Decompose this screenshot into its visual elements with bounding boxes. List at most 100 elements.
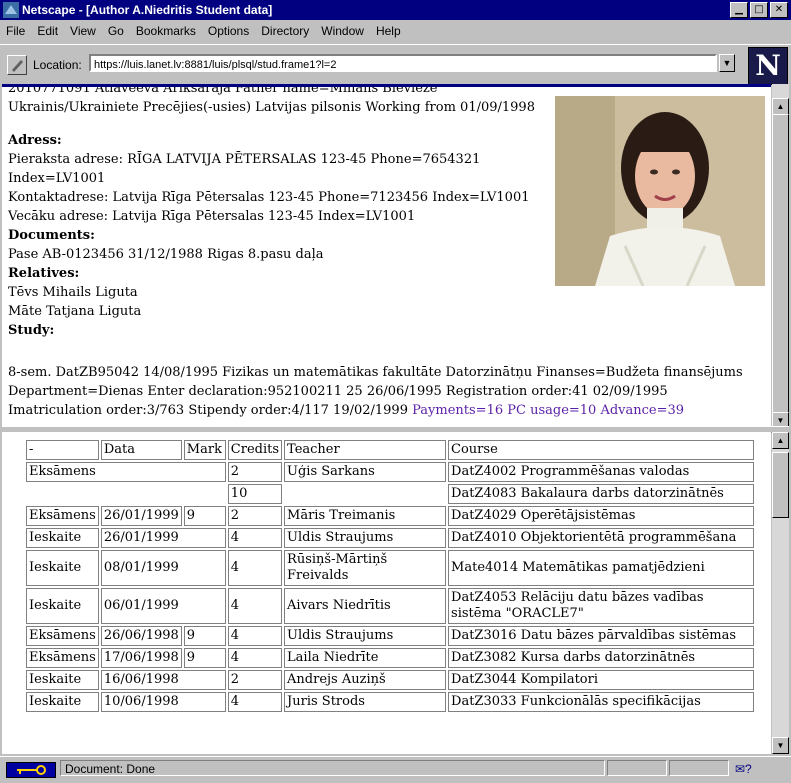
menu-file[interactable]: File (0, 21, 31, 39)
table-cell: Rūsiņš-Mārtiņš Freivalds (284, 550, 447, 586)
menu-window[interactable]: Window (315, 21, 370, 39)
table-row: Eksāmens 26/01/1999 9 2 Māris Treimanis … (26, 506, 755, 526)
table-cell: 17/06/1998 (100, 648, 182, 668)
table-row: Ieskaite 26/01/1999 4 Uldis Straujums Da… (26, 528, 755, 548)
column-header: Credits (227, 440, 283, 460)
chevron-down-icon[interactable]: ▼ (719, 54, 735, 72)
scroll-thumb[interactable] (772, 452, 789, 518)
advance-link[interactable]: Advance=39 (600, 403, 684, 418)
table-cell: 10 (227, 484, 283, 504)
info-frame-scrollbar[interactable]: ▲ ▼ (772, 84, 789, 429)
table-cell: 2 (227, 506, 283, 526)
table-cell: 26/01/1999 (100, 506, 182, 526)
student-details: 2010771091 Atlaveeva Arikšaraja Father n… (8, 84, 548, 340)
column-header: Course (448, 440, 755, 460)
documents-heading: Documents: (8, 228, 95, 243)
table-cell: DatZ3044 Kompilatori (448, 670, 755, 690)
table-cell: 4 (227, 588, 283, 624)
table-cell: Andrejs Auziņš (284, 670, 447, 690)
table-cell: Ieskaite (26, 692, 99, 712)
table-cell: 4 (227, 550, 283, 586)
url-field[interactable]: https://luis.lanet.lv:8881/luis/plsql/st… (89, 54, 717, 72)
table-cell: Eksāmens (26, 626, 99, 646)
column-header: Data (100, 440, 182, 460)
table-cell: 4 (227, 626, 283, 646)
table-cell: Māris Treimanis (284, 506, 447, 526)
netscape-logo-icon[interactable]: N (748, 47, 788, 85)
address-line: Pieraksta adrese: RĪGA LATVIJA PĒTERSALA… (8, 152, 481, 186)
menu-go[interactable]: Go (102, 21, 130, 39)
mail-icon[interactable]: ✉? (735, 762, 752, 776)
table-cell: DatZ3033 Funkcionālās specifikācijas (448, 692, 755, 712)
scroll-thumb[interactable] (772, 114, 789, 416)
study-details: 8-sem. DatZB95042 14/08/1995 Fizikas un … (8, 363, 768, 420)
menu-help[interactable]: Help (370, 21, 407, 39)
table-cell: Laila Niedrīte (284, 648, 447, 668)
table-cell: DatZ3082 Kursa darbs datorzinātnēs (448, 648, 755, 668)
order-text: Imatriculation order:3/763 Stipendy orde… (8, 403, 408, 418)
table-cell: Uldis Straujums (284, 528, 447, 548)
pc-usage-link[interactable]: PC usage=10 (507, 403, 596, 418)
security-key-icon[interactable] (6, 762, 56, 778)
table-cell: 2 (227, 670, 283, 690)
cut-off-line: 2010771091 Atlaveeva Arikšaraja Father n… (8, 84, 438, 96)
relatives-heading: Relatives: (8, 266, 80, 281)
location-bar: Location: https://luis.lanet.lv:8881/lui… (0, 44, 791, 85)
table-cell: 26/01/1999 (100, 528, 226, 548)
menu-bookmarks[interactable]: Bookmarks (130, 21, 202, 39)
table-cell: 08/01/1999 (100, 550, 226, 586)
menu-edit[interactable]: Edit (31, 21, 64, 39)
browser-window: Netscape - [Author A.Niedritis Student d… (0, 0, 791, 783)
close-button[interactable]: ✕ (770, 2, 788, 18)
table-header-row: - Data Mark Credits Teacher Course (26, 440, 755, 460)
scroll-up-icon[interactable]: ▲ (772, 432, 789, 449)
table-cell: DatZ3016 Datu bāzes pārvaldības sistēmas (448, 626, 755, 646)
table-cell: 4 (227, 648, 283, 668)
menu-directory[interactable]: Directory (255, 21, 315, 39)
table-cell: 4 (227, 692, 283, 712)
student-photo (555, 96, 765, 286)
table-cell (284, 484, 446, 504)
menu-view[interactable]: View (64, 21, 102, 39)
address-heading: Adress: (8, 133, 62, 148)
status-progress (607, 760, 667, 776)
table-cell: Uģis Sarkans (284, 462, 447, 482)
window-title: Netscape - [Author A.Niedritis Student d… (22, 3, 273, 17)
table-cell: 10/06/1998 (100, 692, 226, 712)
table-cell: Ieskaite (26, 588, 99, 624)
table-cell: 06/01/1999 (100, 588, 226, 624)
table-cell: Eksāmens (26, 648, 99, 668)
title-bar: Netscape - [Author A.Niedritis Student d… (0, 0, 791, 20)
bookmark-link-icon[interactable] (7, 55, 27, 75)
table-cell: Aivars Niedrītis (284, 588, 447, 624)
status-bar: Document: Done ✉? (0, 756, 791, 783)
table-row: Eksāmens 2 Uģis Sarkans DatZ4002 Program… (26, 462, 755, 482)
relative-line: Māte Tatjana Liguta (8, 304, 142, 319)
table-cell: DatZ4083 Bakalaura darbs datorzinātnēs (448, 484, 755, 504)
table-cell: Ieskaite (26, 550, 99, 586)
table-cell: Ieskaite (26, 670, 99, 690)
table-cell: 26/06/1998 (100, 626, 182, 646)
column-header: - (26, 440, 99, 460)
payments-link[interactable]: Payments=16 (412, 403, 503, 418)
table-cell: 9 (183, 648, 226, 668)
grades-table: - Data Mark Credits Teacher Course Eksām… (24, 438, 756, 714)
table-cell: Eksāmens (26, 506, 99, 526)
scroll-down-icon[interactable]: ▼ (772, 737, 789, 754)
study-heading: Study: (8, 323, 55, 338)
documents-line: Pase AB-0123456 31/12/1988 Rigas 8.pasu … (8, 247, 324, 262)
grades-frame-scrollbar[interactable]: ▲ ▼ (772, 432, 789, 754)
menu-options[interactable]: Options (202, 21, 255, 39)
table-cell: Uldis Straujums (284, 626, 447, 646)
table-row: Ieskaite 06/01/1999 4 Aivars Niedrītis D… (26, 588, 755, 624)
table-cell: DatZ4002 Programmēšanas valodas (448, 462, 755, 482)
scroll-up-icon[interactable]: ▲ (772, 98, 789, 115)
minimize-button[interactable]: ▁ (730, 2, 748, 18)
table-cell: 9 (183, 506, 226, 526)
table-row: Eksāmens 26/06/1998 9 4 Uldis Straujums … (26, 626, 755, 646)
relative-line: Tēvs Mihails Liguta (8, 285, 138, 300)
table-row: 10 DatZ4083 Bakalaura darbs datorzinātnē… (26, 484, 755, 504)
maximize-button[interactable]: □ (750, 2, 768, 18)
location-label: Location: (33, 58, 82, 72)
table-cell: DatZ4010 Objektorientētā programmēšana (448, 528, 755, 548)
